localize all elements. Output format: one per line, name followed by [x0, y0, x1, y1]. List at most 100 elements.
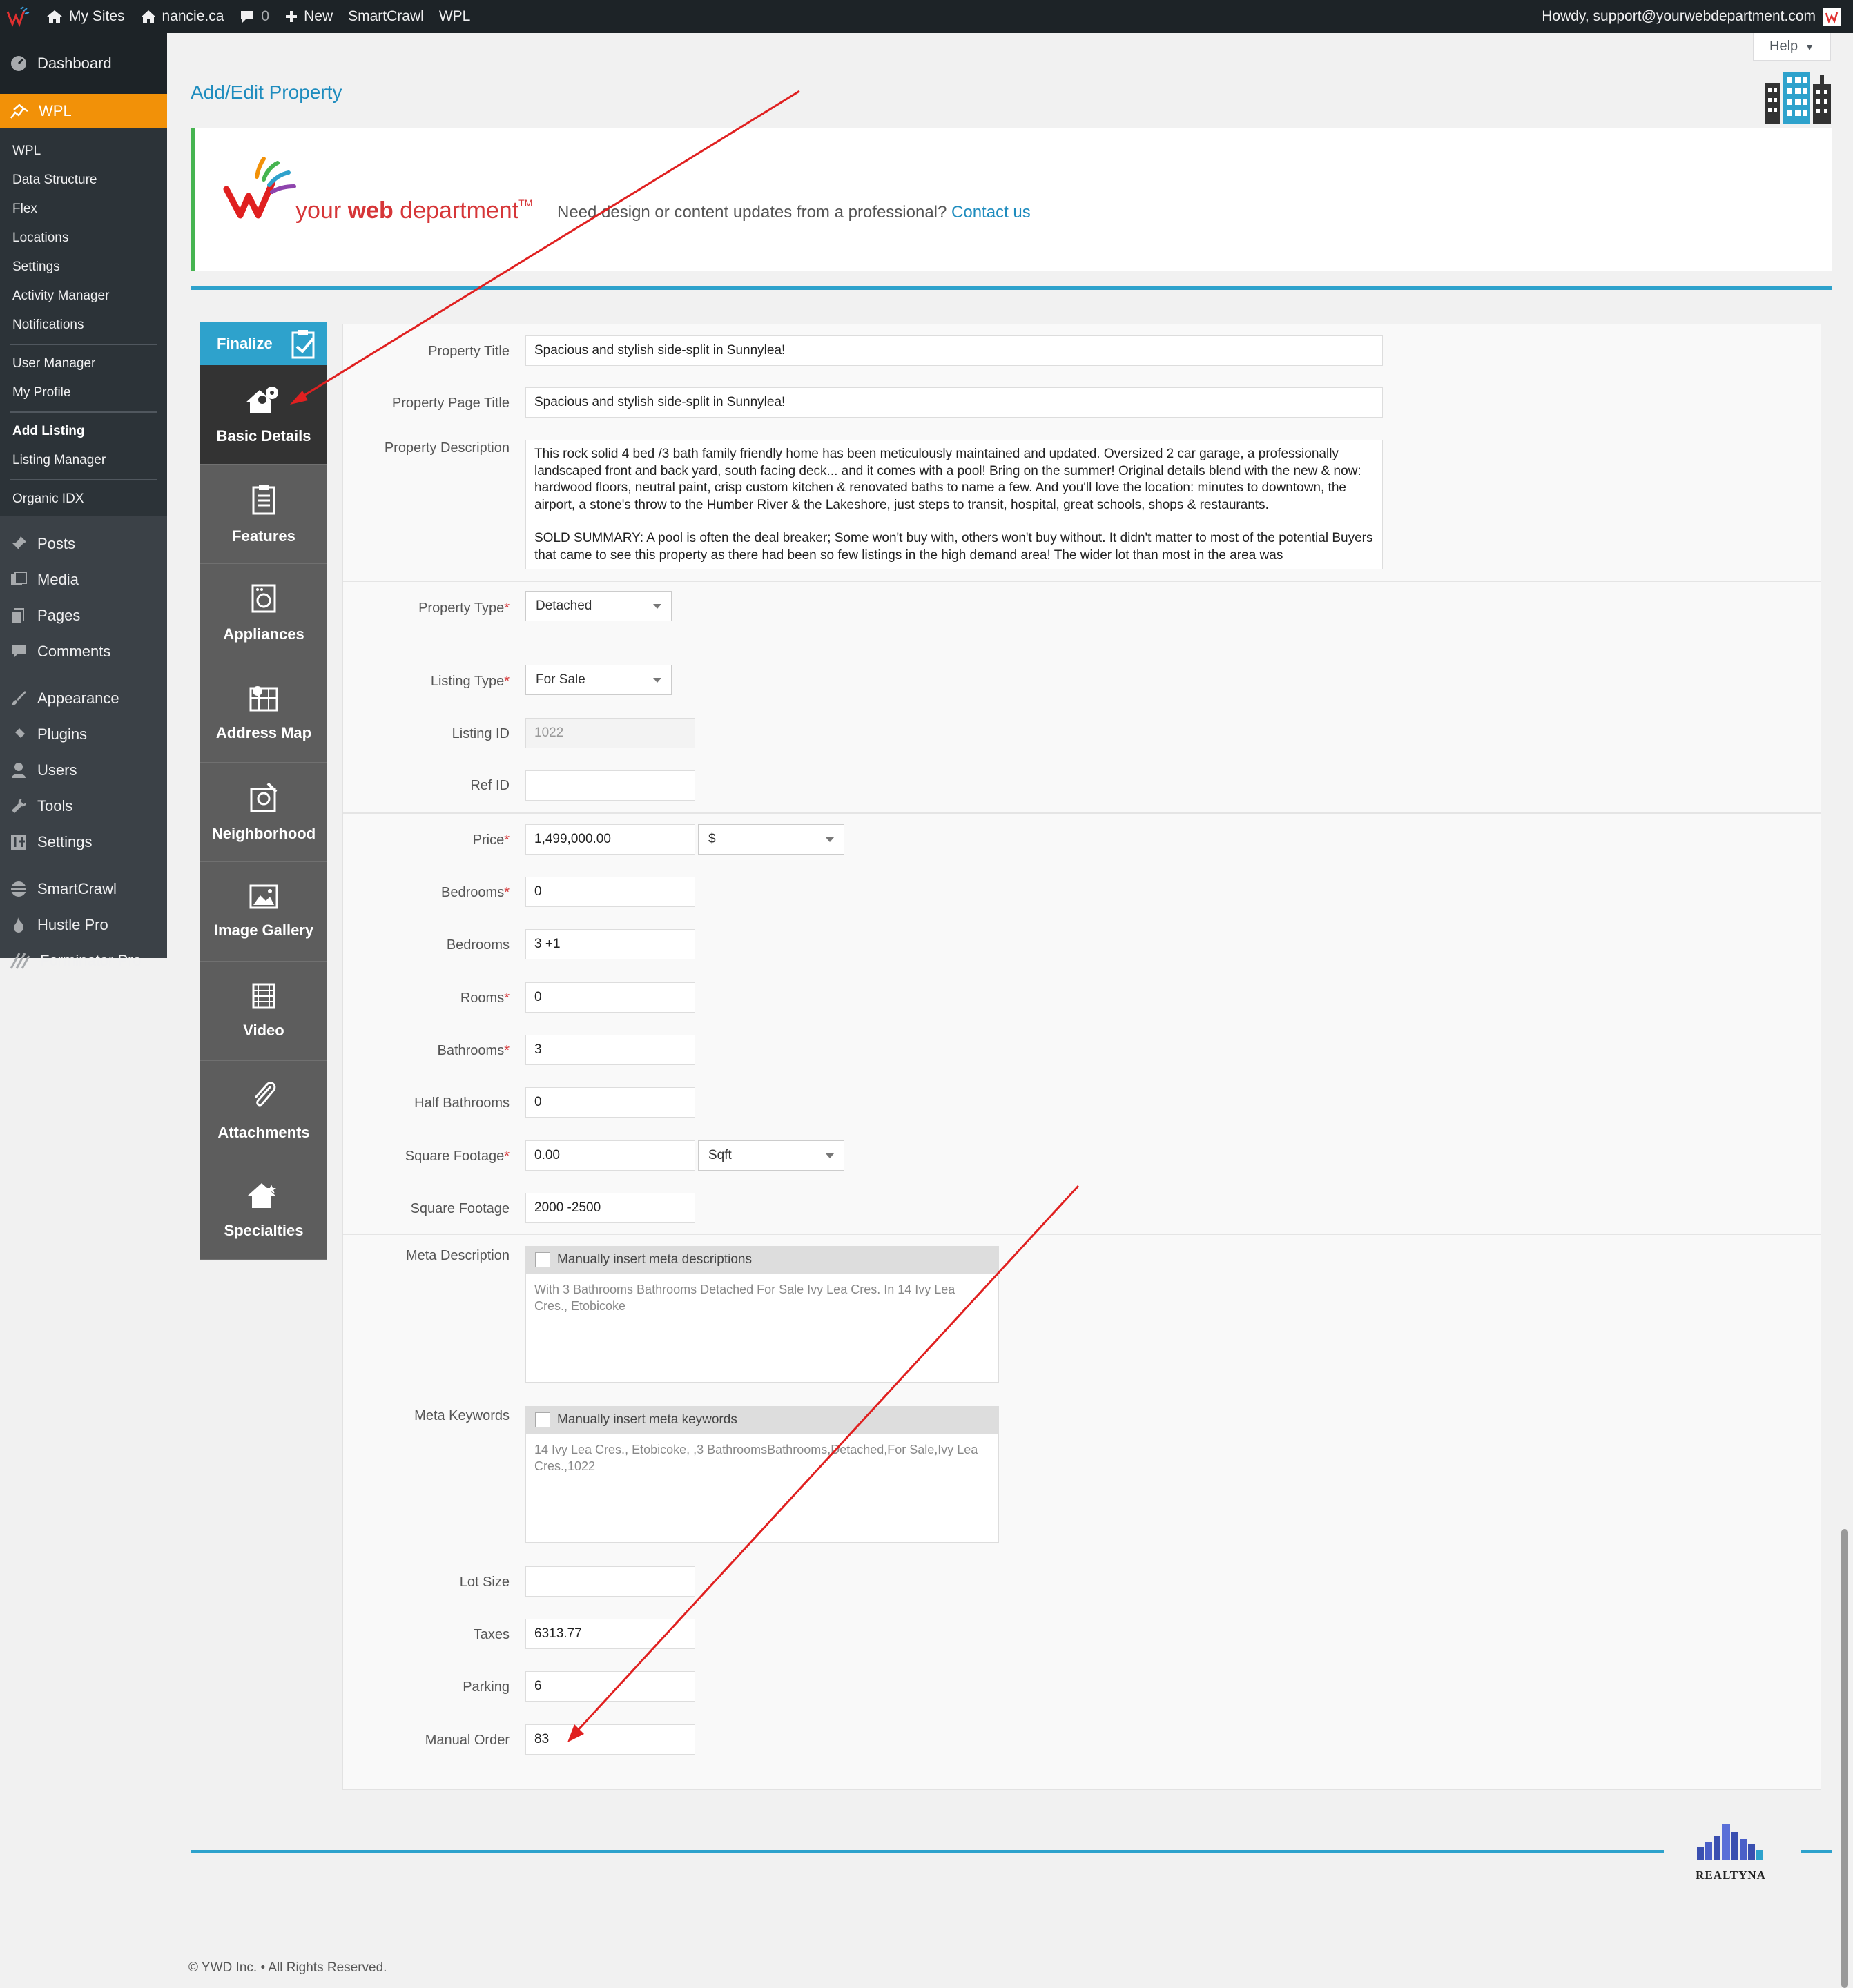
submenu-item-wpl[interactable]: WPL: [0, 137, 167, 166]
submenu-item-flex[interactable]: Flex: [0, 195, 167, 224]
tab-specialties[interactable]: Specialties: [200, 1160, 327, 1260]
meta-description-label: Meta Description: [405, 1248, 510, 1263]
plus-icon: [286, 11, 298, 22]
caret-down-icon: [653, 677, 661, 683]
submenu-item-organic-idx[interactable]: Organic IDX: [0, 485, 167, 514]
new-content-menu[interactable]: New: [284, 0, 333, 33]
parking-input[interactable]: 6: [525, 1671, 695, 1702]
listing-id-label: Listing ID: [452, 726, 510, 741]
bedrooms-input[interactable]: 3 +1: [525, 929, 695, 959]
price-input[interactable]: 1,499,000.00: [525, 824, 695, 855]
help-button[interactable]: Help ▼: [1753, 33, 1831, 61]
tab-features[interactable]: Features: [200, 465, 327, 564]
sidebar-label: Dashboard: [37, 55, 112, 72]
property-description-textarea[interactable]: This rock solid 4 bed /3 bath family fri…: [525, 440, 1383, 569]
finalize-button[interactable]: Finalize: [200, 322, 327, 365]
property-page-title-input[interactable]: Spacious and stylish side-split in Sunny…: [525, 387, 1383, 418]
sidebar-item-posts[interactable]: Posts: [0, 526, 167, 562]
rooms-input[interactable]: 0: [525, 982, 695, 1013]
square-footage-input[interactable]: 2000 -2500: [525, 1193, 695, 1223]
banner-text: Need design or content updates from a pr…: [557, 203, 952, 222]
sidebar-item-appearance[interactable]: Appearance: [0, 681, 167, 717]
smartcrawl-menu[interactable]: SmartCrawl: [348, 0, 424, 33]
sidebar-item-tools[interactable]: Tools: [0, 788, 167, 824]
plug-icon: [12, 727, 26, 741]
smartcrawl-label: SmartCrawl: [348, 8, 424, 24]
ywd-banner: your web departmentTM Need design or con…: [191, 128, 1832, 271]
tab-image-gallery[interactable]: Image Gallery: [200, 862, 327, 962]
sidebar-item-plugins[interactable]: Plugins: [0, 717, 167, 752]
property-type-select[interactable]: Detached: [525, 591, 672, 621]
sidebar-item-wpl[interactable]: WPL: [0, 94, 167, 128]
bathrooms-input[interactable]: 3: [525, 1035, 695, 1065]
sidebar-item-comments[interactable]: Comments: [0, 634, 167, 670]
admin-sidebar: Dashboard WPL WPL Data Structure Flex Lo…: [0, 33, 167, 969]
field-label-text: Property Type: [418, 601, 505, 616]
tab-neighborhood[interactable]: Neighborhood: [200, 763, 327, 862]
wp-logo-icon[interactable]: [6, 0, 30, 33]
settings-sliders-icon: [11, 835, 26, 850]
comments-menu[interactable]: 0: [239, 0, 269, 33]
lot-size-input[interactable]: [525, 1566, 695, 1597]
my-sites-menu[interactable]: My Sites: [46, 0, 125, 33]
submenu-item-listing-manager[interactable]: Listing Manager: [0, 446, 167, 475]
description-paragraph-1: This rock solid 4 bed /3 bath family fri…: [534, 447, 1361, 512]
tab-attachments[interactable]: Attachments: [200, 1061, 327, 1160]
tab-appliances[interactable]: Appliances: [200, 564, 327, 663]
contact-us-link[interactable]: Contact us: [951, 203, 1031, 222]
sidebar-item-pages[interactable]: Pages: [0, 598, 167, 634]
field-label-text: Bathrooms: [437, 1043, 505, 1058]
bedrooms-required-input[interactable]: 0: [525, 877, 695, 907]
required-marker: *: [504, 674, 510, 689]
taxes-input[interactable]: 6313.77: [525, 1619, 695, 1649]
meta-description-textarea[interactable]: With 3 Bathrooms Bathrooms Detached For …: [525, 1274, 999, 1383]
smartcrawl-globe-icon: [11, 881, 26, 897]
sidebar-item-dashboard[interactable]: Dashboard: [0, 33, 167, 94]
sidebar-item-settings[interactable]: Settings: [0, 824, 167, 860]
sidebar-item-smartcrawl[interactable]: SmartCrawl: [0, 871, 167, 907]
meta-keywords-toggle[interactable]: Manually insert meta keywords: [525, 1406, 999, 1434]
pushpin-icon: [11, 536, 26, 552]
half-bathrooms-input[interactable]: 0: [525, 1087, 695, 1118]
tab-basic-details[interactable]: Basic Details: [200, 365, 327, 465]
tab-address-map[interactable]: Address Map: [200, 663, 327, 763]
submenu-item-locations[interactable]: Locations: [0, 224, 167, 253]
sidebar-item-users[interactable]: Users: [0, 752, 167, 788]
submenu-item-user-manager[interactable]: User Manager: [0, 349, 167, 378]
map-pin-icon: [249, 685, 278, 711]
site-name-menu[interactable]: nancie.ca: [140, 0, 224, 33]
meta-description-checkbox[interactable]: [535, 1252, 550, 1267]
property-title-input[interactable]: Spacious and stylish side-split in Sunny…: [525, 335, 1383, 366]
sidebar-item-forminator-pro[interactable]: Forminator Pro: [0, 943, 167, 979]
submenu-item-activity-manager[interactable]: Activity Manager: [0, 282, 167, 311]
required-marker: *: [504, 991, 510, 1006]
currency-select[interactable]: $: [698, 824, 844, 855]
manual-order-input[interactable]: 83: [525, 1724, 695, 1755]
ref-id-input[interactable]: [525, 770, 695, 801]
sidebar-item-media[interactable]: Media: [0, 562, 167, 598]
field-label-text: Square Footage: [405, 1149, 505, 1164]
washing-machine-icon: [251, 584, 276, 612]
sidebar-item-hustle-pro[interactable]: Hustle Pro: [0, 907, 167, 943]
page-scrollbar[interactable]: [1841, 1529, 1848, 1988]
wpl-menu[interactable]: WPL: [439, 0, 471, 33]
listing-type-select[interactable]: For Sale: [525, 665, 672, 695]
meta-description-toggle[interactable]: Manually insert meta descriptions: [525, 1246, 999, 1274]
submenu-item-data-structure[interactable]: Data Structure: [0, 166, 167, 195]
taxes-label: Taxes: [473, 1627, 510, 1642]
meta-keywords-checkbox[interactable]: [535, 1412, 550, 1427]
square-footage-unit-select[interactable]: Sqft: [698, 1140, 844, 1171]
tab-video[interactable]: Video: [200, 962, 327, 1061]
submenu-item-settings[interactable]: Settings: [0, 253, 167, 282]
home-icon: [140, 10, 156, 23]
submenu-item-my-profile[interactable]: My Profile: [0, 378, 167, 407]
listing-type-label: Listing Type*: [431, 674, 510, 690]
required-marker: *: [504, 885, 510, 900]
meta-keywords-textarea[interactable]: 14 Ivy Lea Cres., Etobicoke, ,3 Bathroom…: [525, 1434, 999, 1543]
square-footage-required-input[interactable]: 0.00: [525, 1140, 695, 1171]
ref-id-label: Ref ID: [470, 778, 510, 793]
tab-label: Attachments: [217, 1123, 310, 1141]
account-menu[interactable]: Howdy, support@yourwebdepartment.com: [1542, 0, 1841, 33]
submenu-item-add-listing[interactable]: Add Listing: [0, 417, 167, 446]
submenu-item-notifications[interactable]: Notifications: [0, 311, 167, 340]
